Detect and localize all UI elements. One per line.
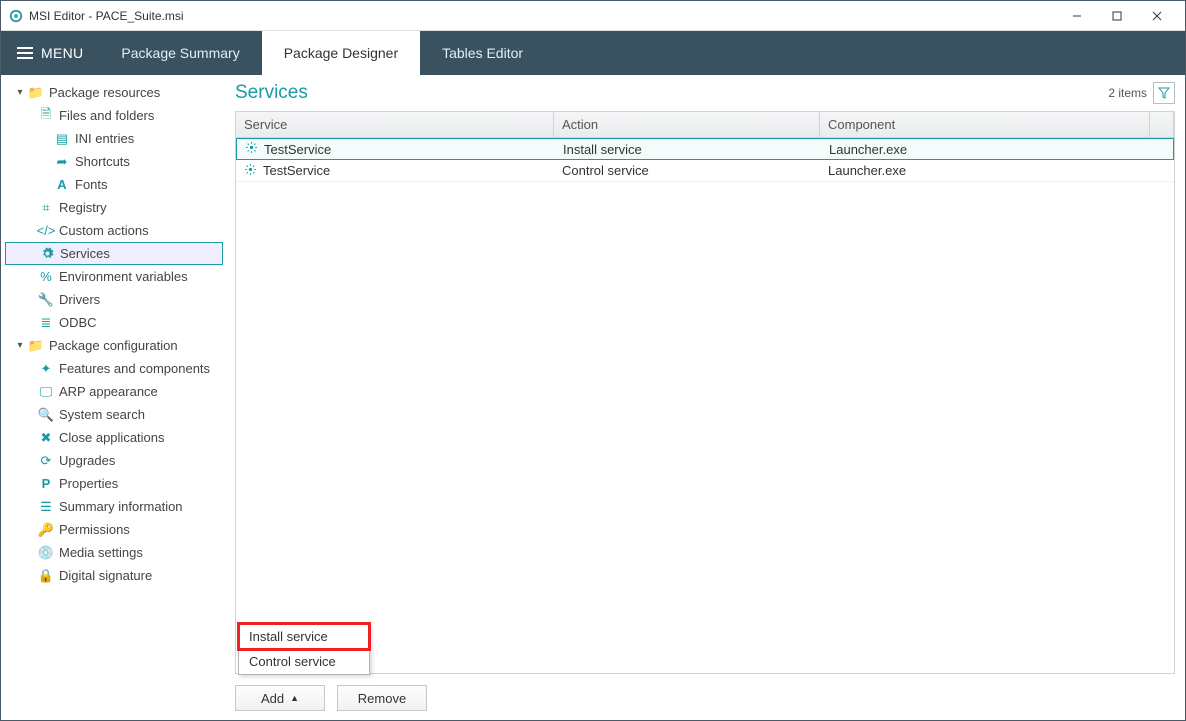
sidebar-item-shortcuts[interactable]: ➦Shortcuts xyxy=(5,150,223,173)
sidebar-item-fonts[interactable]: AFonts xyxy=(5,173,223,196)
puzzle-icon: ✦ xyxy=(37,361,55,377)
wrench-icon: 🔧 xyxy=(37,292,55,308)
disc-icon: 💿 xyxy=(37,545,55,561)
monitor-icon: 🖵 xyxy=(37,384,55,400)
tab-package-summary[interactable]: Package Summary xyxy=(99,31,261,75)
app-window: MSI Editor - PACE_Suite.msi MENU Package… xyxy=(0,0,1186,721)
remove-button[interactable]: Remove xyxy=(337,685,427,711)
sidebar-section-package-configuration[interactable]: ▾ 📁 Package configuration xyxy=(5,334,223,357)
main-panel: Services 2 items Service Action Componen… xyxy=(227,75,1185,720)
properties-icon: P xyxy=(37,476,55,491)
titlebar: MSI Editor - PACE_Suite.msi xyxy=(1,1,1185,31)
font-icon: A xyxy=(53,177,71,192)
popup-item-install-service[interactable]: Install service xyxy=(239,624,369,649)
sidebar-section-package-resources[interactable]: ▾ 📁 Package resources xyxy=(5,81,223,104)
column-header-action[interactable]: Action xyxy=(554,112,820,137)
window-title: MSI Editor - PACE_Suite.msi xyxy=(29,9,1057,23)
sidebar-item-drivers[interactable]: 🔧Drivers xyxy=(5,288,223,311)
sidebar-item-odbc[interactable]: ≣ODBC xyxy=(5,311,223,334)
doc-icon: ☰ xyxy=(37,499,55,515)
gear-icon xyxy=(38,247,56,260)
folder-icon: 📁 xyxy=(27,85,45,101)
add-popup-menu: Install service Control service xyxy=(238,623,370,675)
search-icon: 🔍 xyxy=(37,407,55,423)
gear-icon xyxy=(244,163,257,179)
column-header-service[interactable]: Service xyxy=(236,112,554,137)
tab-tables-editor[interactable]: Tables Editor xyxy=(420,31,545,75)
add-button[interactable]: Add ▲ xyxy=(235,685,325,711)
sidebar-item-registry[interactable]: ⌗Registry xyxy=(5,196,223,219)
close-button[interactable] xyxy=(1137,2,1177,30)
window-controls xyxy=(1057,2,1177,30)
sidebar-item-summary-information[interactable]: ☰Summary information xyxy=(5,495,223,518)
body: ▾ 📁 Package resources 🗎Files and folders… xyxy=(1,75,1185,720)
percent-icon: % xyxy=(37,269,55,284)
database-icon: ≣ xyxy=(37,315,55,331)
gear-icon xyxy=(245,141,258,157)
tab-package-designer[interactable]: Package Designer xyxy=(262,31,420,75)
grid-header: Service Action Component xyxy=(236,112,1174,138)
hamburger-icon xyxy=(17,47,33,59)
folder-icon: 📁 xyxy=(27,338,45,354)
code-icon: </> xyxy=(37,223,55,238)
filter-button[interactable] xyxy=(1153,82,1175,104)
lock-icon: 🔒 xyxy=(37,568,55,584)
close-icon: ✖ xyxy=(37,430,55,446)
sidebar-item-files-and-folders[interactable]: 🗎Files and folders xyxy=(5,104,223,127)
caret-up-icon: ▲ xyxy=(290,693,299,703)
sidebar-item-services[interactable]: Services xyxy=(5,242,223,265)
table-row[interactable]: TestService Control service Launcher.exe xyxy=(236,160,1174,182)
footer-buttons: Add ▲ Remove xyxy=(235,674,1175,714)
minimize-button[interactable] xyxy=(1057,2,1097,30)
popup-item-control-service[interactable]: Control service xyxy=(239,649,369,674)
grid-rows: TestService Install service Launcher.exe… xyxy=(236,138,1174,673)
main-header: Services 2 items xyxy=(235,75,1175,111)
shortcut-icon: ➦ xyxy=(53,154,71,170)
sidebar-item-environment-variables[interactable]: %Environment variables xyxy=(5,265,223,288)
sidebar-item-system-search[interactable]: 🔍System search xyxy=(5,403,223,426)
filter-icon xyxy=(1158,87,1170,99)
menu-label: MENU xyxy=(41,45,83,61)
sidebar: ▾ 📁 Package resources 🗎Files and folders… xyxy=(1,75,227,720)
sidebar-item-media-settings[interactable]: 💿Media settings xyxy=(5,541,223,564)
sidebar-item-properties[interactable]: PProperties xyxy=(5,472,223,495)
menubar: MENU Package Summary Package Designer Ta… xyxy=(1,31,1185,75)
sidebar-item-upgrades[interactable]: ⟳Upgrades xyxy=(5,449,223,472)
item-count: 2 items xyxy=(1108,86,1147,100)
column-header-spacer xyxy=(1150,112,1174,137)
page-title: Services xyxy=(235,82,1108,104)
sidebar-item-features-and-components[interactable]: ✦Features and components xyxy=(5,357,223,380)
menu-button[interactable]: MENU xyxy=(1,31,99,75)
sidebar-item-custom-actions[interactable]: </>Custom actions xyxy=(5,219,223,242)
app-icon xyxy=(9,9,23,23)
maximize-button[interactable] xyxy=(1097,2,1137,30)
sidebar-item-permissions[interactable]: 🔑Permissions xyxy=(5,518,223,541)
main-tabs: Package Summary Package Designer Tables … xyxy=(99,31,545,75)
sidebar-item-ini-entries[interactable]: ▤INI entries xyxy=(5,127,223,150)
ini-icon: ▤ xyxy=(53,131,71,147)
caret-down-icon: ▾ xyxy=(15,87,25,98)
file-icon: 🗎 xyxy=(37,105,55,127)
sidebar-item-arp-appearance[interactable]: 🖵ARP appearance xyxy=(5,380,223,403)
sidebar-item-digital-signature[interactable]: 🔒Digital signature xyxy=(5,564,223,587)
registry-icon: ⌗ xyxy=(37,200,55,216)
caret-down-icon: ▾ xyxy=(15,340,25,351)
refresh-icon: ⟳ xyxy=(37,453,55,469)
table-row[interactable]: TestService Install service Launcher.exe xyxy=(236,138,1174,160)
sidebar-item-close-applications[interactable]: ✖Close applications xyxy=(5,426,223,449)
services-grid: Service Action Component TestService Ins… xyxy=(235,111,1175,674)
key-icon: 🔑 xyxy=(37,522,55,538)
column-header-component[interactable]: Component xyxy=(820,112,1150,137)
